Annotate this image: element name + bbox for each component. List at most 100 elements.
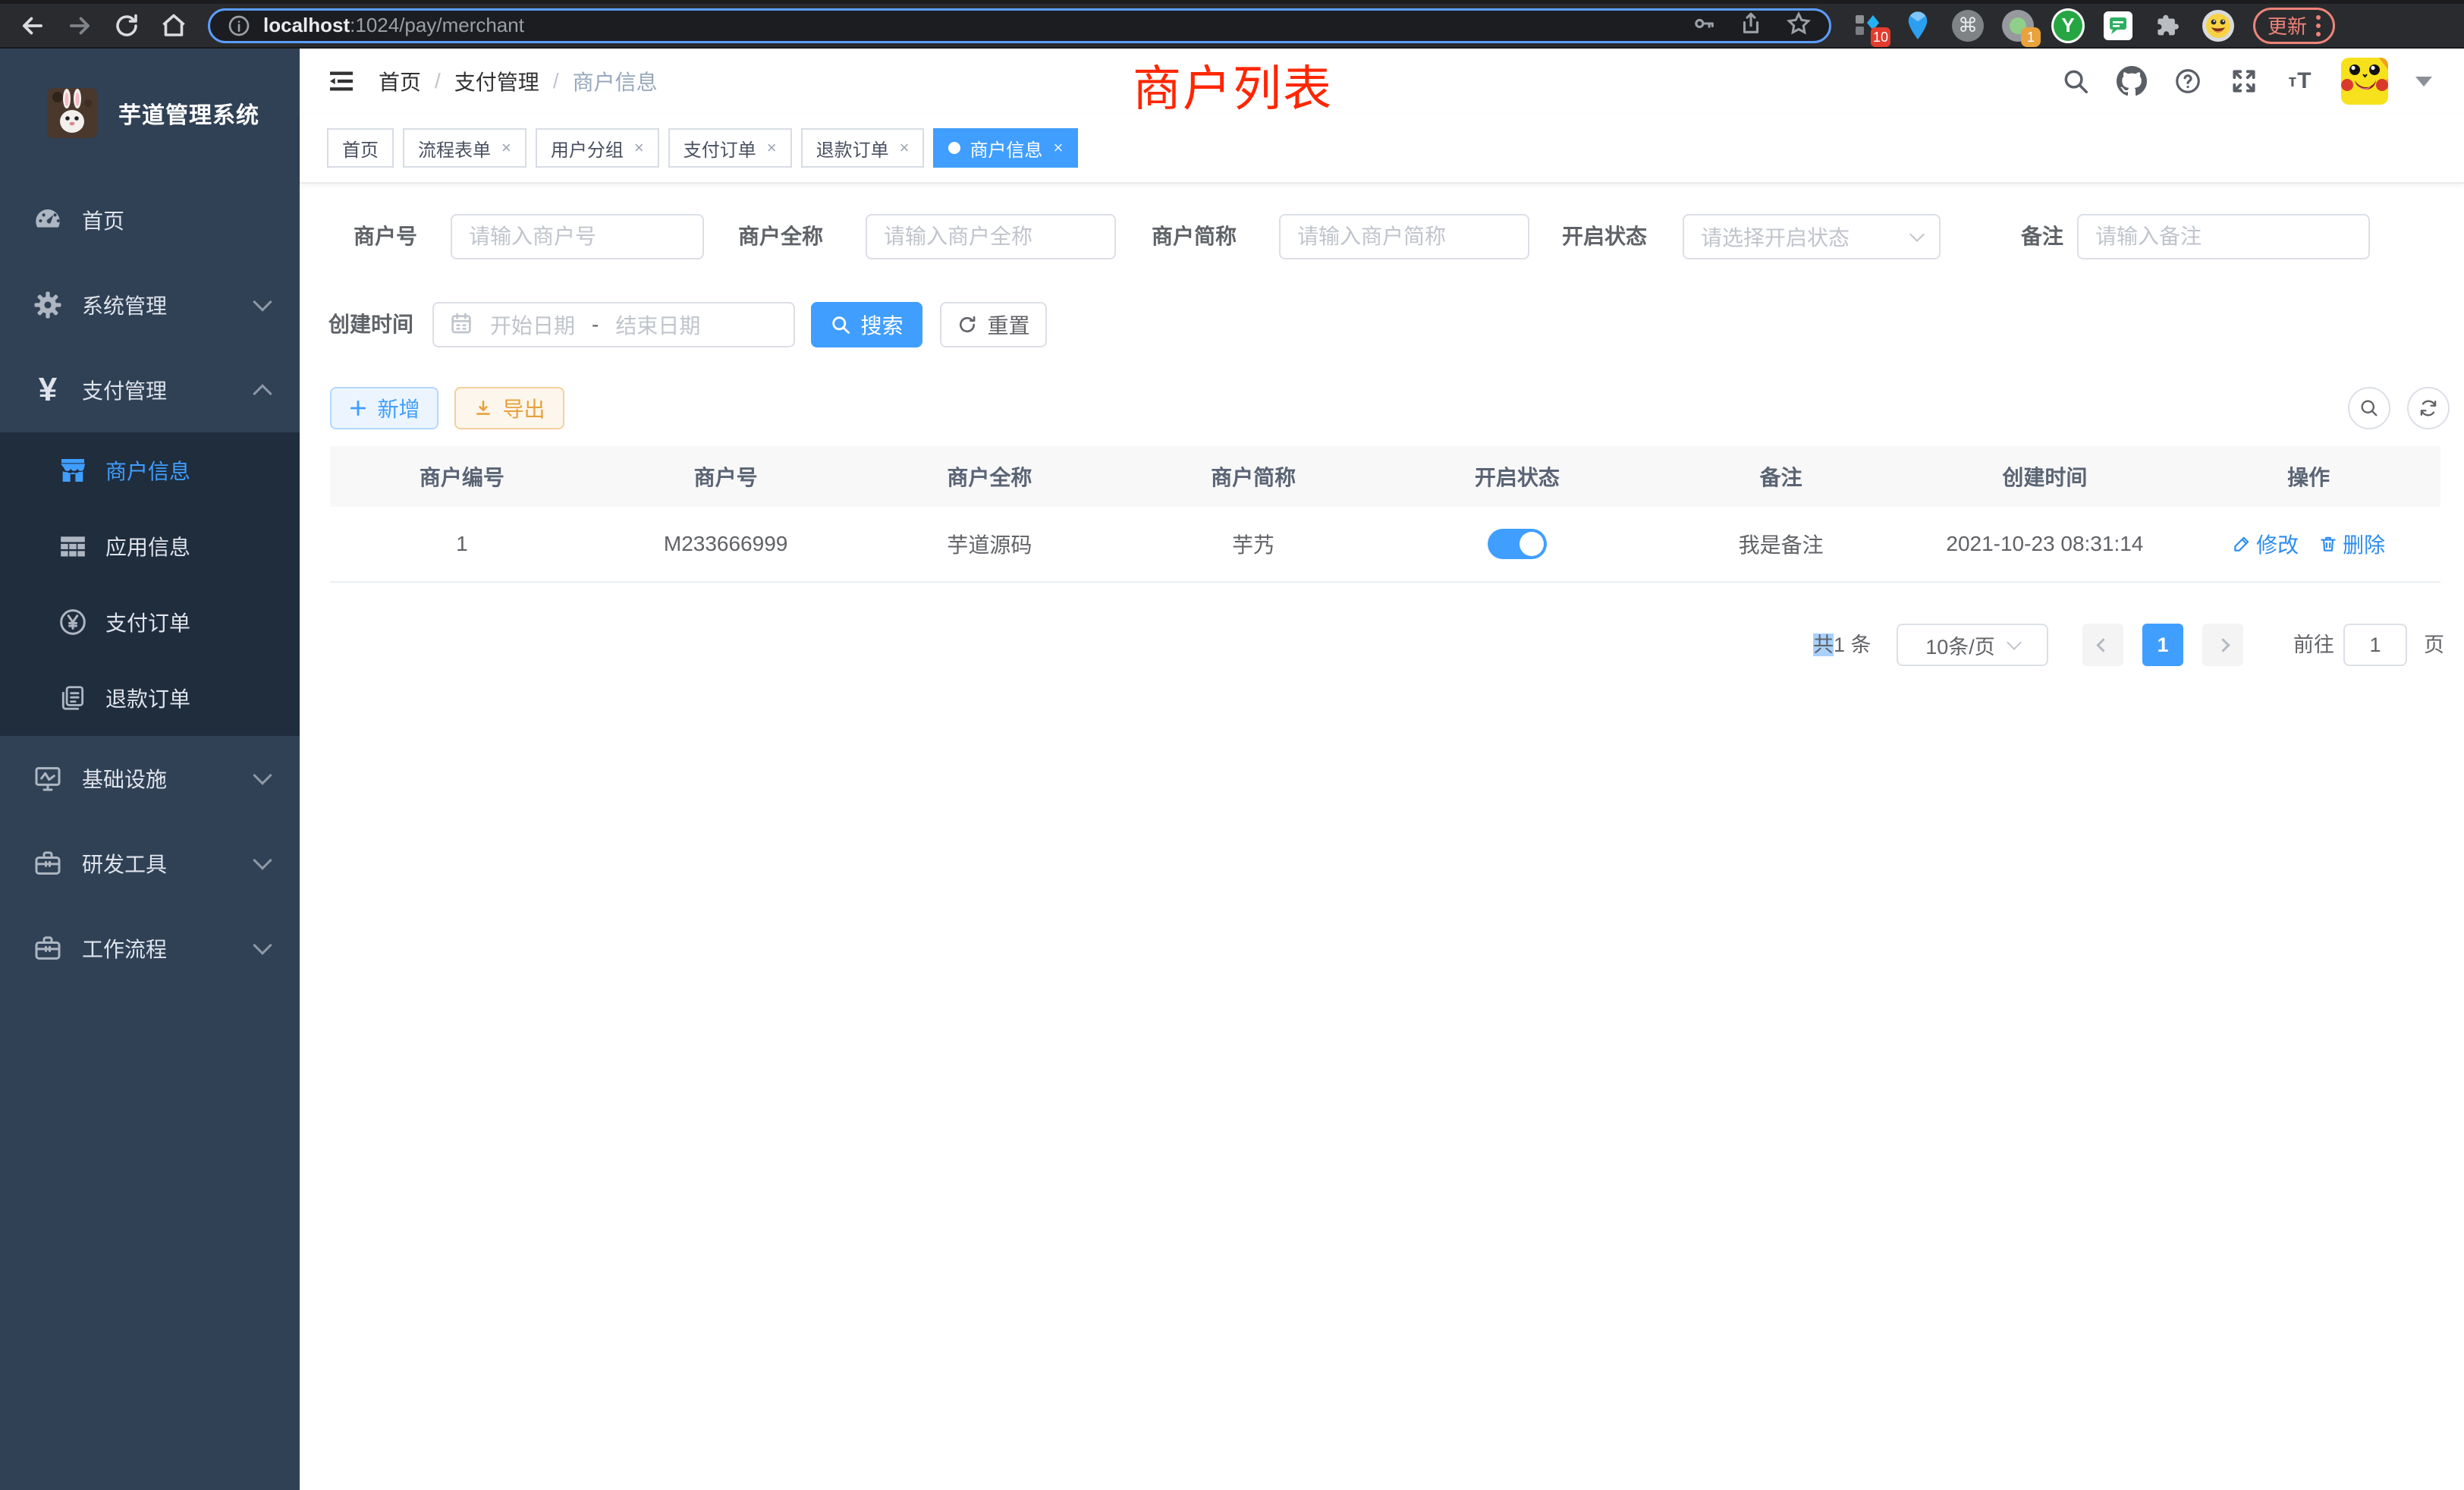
tags-view: 首页 流程表单× 用户分组× 支付订单× 退款订单× 商户信息 ×	[300, 114, 2464, 184]
share-icon[interactable]	[1738, 11, 1764, 40]
sidebar-item-merchant-info[interactable]: 商户信息	[0, 432, 300, 508]
update-label: 更新	[2268, 11, 2307, 39]
font-size-icon[interactable]: тT	[2285, 66, 2315, 96]
sidebar-item-system[interactable]: 系统管理	[0, 262, 300, 347]
tag-user-group[interactable]: 用户分组×	[536, 128, 659, 168]
search-icon[interactable]	[2060, 66, 2091, 96]
extensions-row: 10 ⌘ 1 Y	[1851, 9, 2235, 42]
full-name-input[interactable]	[866, 214, 1116, 259]
recorder-extension-icon[interactable]: 1	[2001, 9, 2035, 42]
screen: localhost:1024/pay/merchant 10	[0, 0, 2464, 1490]
chevron-down-icon	[253, 292, 272, 311]
jump-page-input[interactable]	[2343, 624, 2407, 666]
remark-input[interactable]	[2077, 214, 2370, 259]
documents-icon	[57, 682, 89, 714]
sidebar-logo[interactable]: 芋道管理系统	[0, 49, 300, 178]
status-select[interactable]: 请选择开启状态	[1683, 214, 1941, 259]
home-icon[interactable]	[156, 8, 191, 43]
end-date-placeholder[interactable]: 结束日期	[615, 310, 700, 340]
tag-merchant-info[interactable]: 商户信息 ×	[933, 128, 1078, 168]
sidebar-item-payment[interactable]: ¥ 支付管理	[0, 347, 300, 432]
date-range-picker[interactable]: 开始日期 - 结束日期	[432, 302, 795, 347]
breadcrumb-current: 商户信息	[573, 66, 658, 96]
address-bar[interactable]: localhost:1024/pay/merchant	[208, 8, 1831, 43]
pin-extension-icon[interactable]	[1901, 9, 1934, 42]
url-text: localhost:1024/pay/merchant	[263, 14, 524, 37]
page-annotation: 商户列表	[1133, 50, 1333, 120]
delete-link[interactable]: 删除	[2318, 529, 2385, 559]
password-key-icon[interactable]	[1691, 11, 1717, 40]
briefcase-icon	[30, 931, 65, 966]
chevron-down-icon	[1909, 227, 1925, 242]
y-extension-icon[interactable]: Y	[2051, 9, 2085, 42]
fullscreen-icon[interactable]	[2229, 66, 2259, 96]
reload-icon[interactable]	[109, 8, 144, 43]
dashboard-icon	[30, 203, 65, 237]
cell-remark: 我是备注	[1649, 529, 1913, 559]
edit-link[interactable]: 修改	[2232, 529, 2299, 559]
close-icon[interactable]: ×	[501, 140, 511, 156]
sidebar-item-workflow[interactable]: 工作流程	[0, 906, 300, 991]
forward-icon[interactable]	[62, 8, 97, 43]
reset-button[interactable]: 重置	[940, 302, 1047, 347]
tag-label: 商户信息	[970, 135, 1042, 162]
sidebar-item-infrastructure[interactable]: 基础设施	[0, 736, 300, 821]
breadcrumb-payment[interactable]: 支付管理	[454, 66, 539, 96]
table-search-toggle-icon[interactable]	[2348, 387, 2390, 429]
gear-icon	[30, 288, 65, 322]
sidebar-item-home[interactable]: 首页	[0, 178, 300, 262]
grid-icon	[57, 530, 89, 562]
merchant-no-input[interactable]	[451, 214, 704, 259]
close-icon[interactable]: ×	[900, 140, 910, 156]
diamond-extension-icon[interactable]: 10	[1851, 9, 1884, 42]
main-content: 首页 / 支付管理 / 商户信息 тT	[300, 49, 2464, 1490]
prev-page-button[interactable]	[2082, 624, 2123, 666]
tag-process-form[interactable]: 流程表单×	[403, 128, 526, 168]
tag-pay-order[interactable]: 支付订单×	[668, 128, 792, 168]
filter-label-short-name: 商户简称	[1152, 214, 1237, 259]
back-icon[interactable]	[15, 8, 50, 43]
browser-menu-dots-icon[interactable]	[2316, 15, 2321, 36]
hamburger-icon[interactable]	[322, 62, 360, 100]
sidebar-item-pay-order[interactable]: 支付订单	[0, 584, 300, 660]
next-page-button[interactable]	[2202, 624, 2243, 666]
export-button-label: 导出	[502, 393, 545, 423]
table-refresh-icon[interactable]	[2407, 387, 2450, 429]
sidebar-item-dev-tools[interactable]: 研发工具	[0, 821, 300, 906]
cell-merchant-no: M233666999	[594, 532, 858, 556]
search-button[interactable]: 搜索	[811, 302, 922, 347]
short-name-input[interactable]	[1279, 214, 1529, 259]
start-date-placeholder[interactable]: 开始日期	[490, 310, 575, 340]
yen-circle-icon	[57, 606, 89, 638]
update-button[interactable]: 更新	[2253, 8, 2335, 44]
tag-home[interactable]: 首页	[327, 128, 394, 168]
close-icon[interactable]: ×	[767, 140, 777, 156]
sidebar-item-refund-order[interactable]: 退款订单	[0, 660, 300, 736]
jump-suffix: 页	[2424, 624, 2444, 666]
puzzle-icon[interactable]	[2151, 9, 2185, 42]
add-button[interactable]: 新增	[330, 387, 438, 429]
close-icon[interactable]: ×	[634, 140, 644, 156]
avatar-caret-icon[interactable]	[2415, 77, 2432, 86]
user-avatar[interactable]	[2341, 58, 2388, 105]
help-icon[interactable]	[2173, 66, 2203, 96]
chat-extension-icon[interactable]	[2101, 9, 2135, 42]
site-info-icon[interactable]	[227, 14, 251, 38]
close-icon[interactable]: ×	[1053, 140, 1063, 156]
profile-avatar[interactable]	[2202, 9, 2235, 42]
breadcrumb-home[interactable]: 首页	[379, 66, 421, 96]
add-button-label: 新增	[377, 393, 420, 423]
bookmark-star-icon[interactable]	[1785, 10, 1812, 41]
cell-status	[1385, 529, 1649, 559]
page-size-select[interactable]: 10条/页	[1897, 624, 2048, 666]
export-button[interactable]: 导出	[454, 387, 564, 429]
page-number-1[interactable]: 1	[2142, 624, 2183, 666]
edit-link-label: 修改	[2256, 529, 2299, 559]
command-extension-icon[interactable]: ⌘	[1951, 9, 1985, 42]
status-toggle[interactable]	[1488, 529, 1547, 559]
calendar-icon	[449, 311, 473, 339]
tag-refund-order[interactable]: 退款订单×	[801, 128, 925, 168]
github-icon[interactable]	[2117, 66, 2147, 96]
column-header: 商户编号	[330, 461, 594, 492]
sidebar-item-app-info[interactable]: 应用信息	[0, 508, 300, 584]
